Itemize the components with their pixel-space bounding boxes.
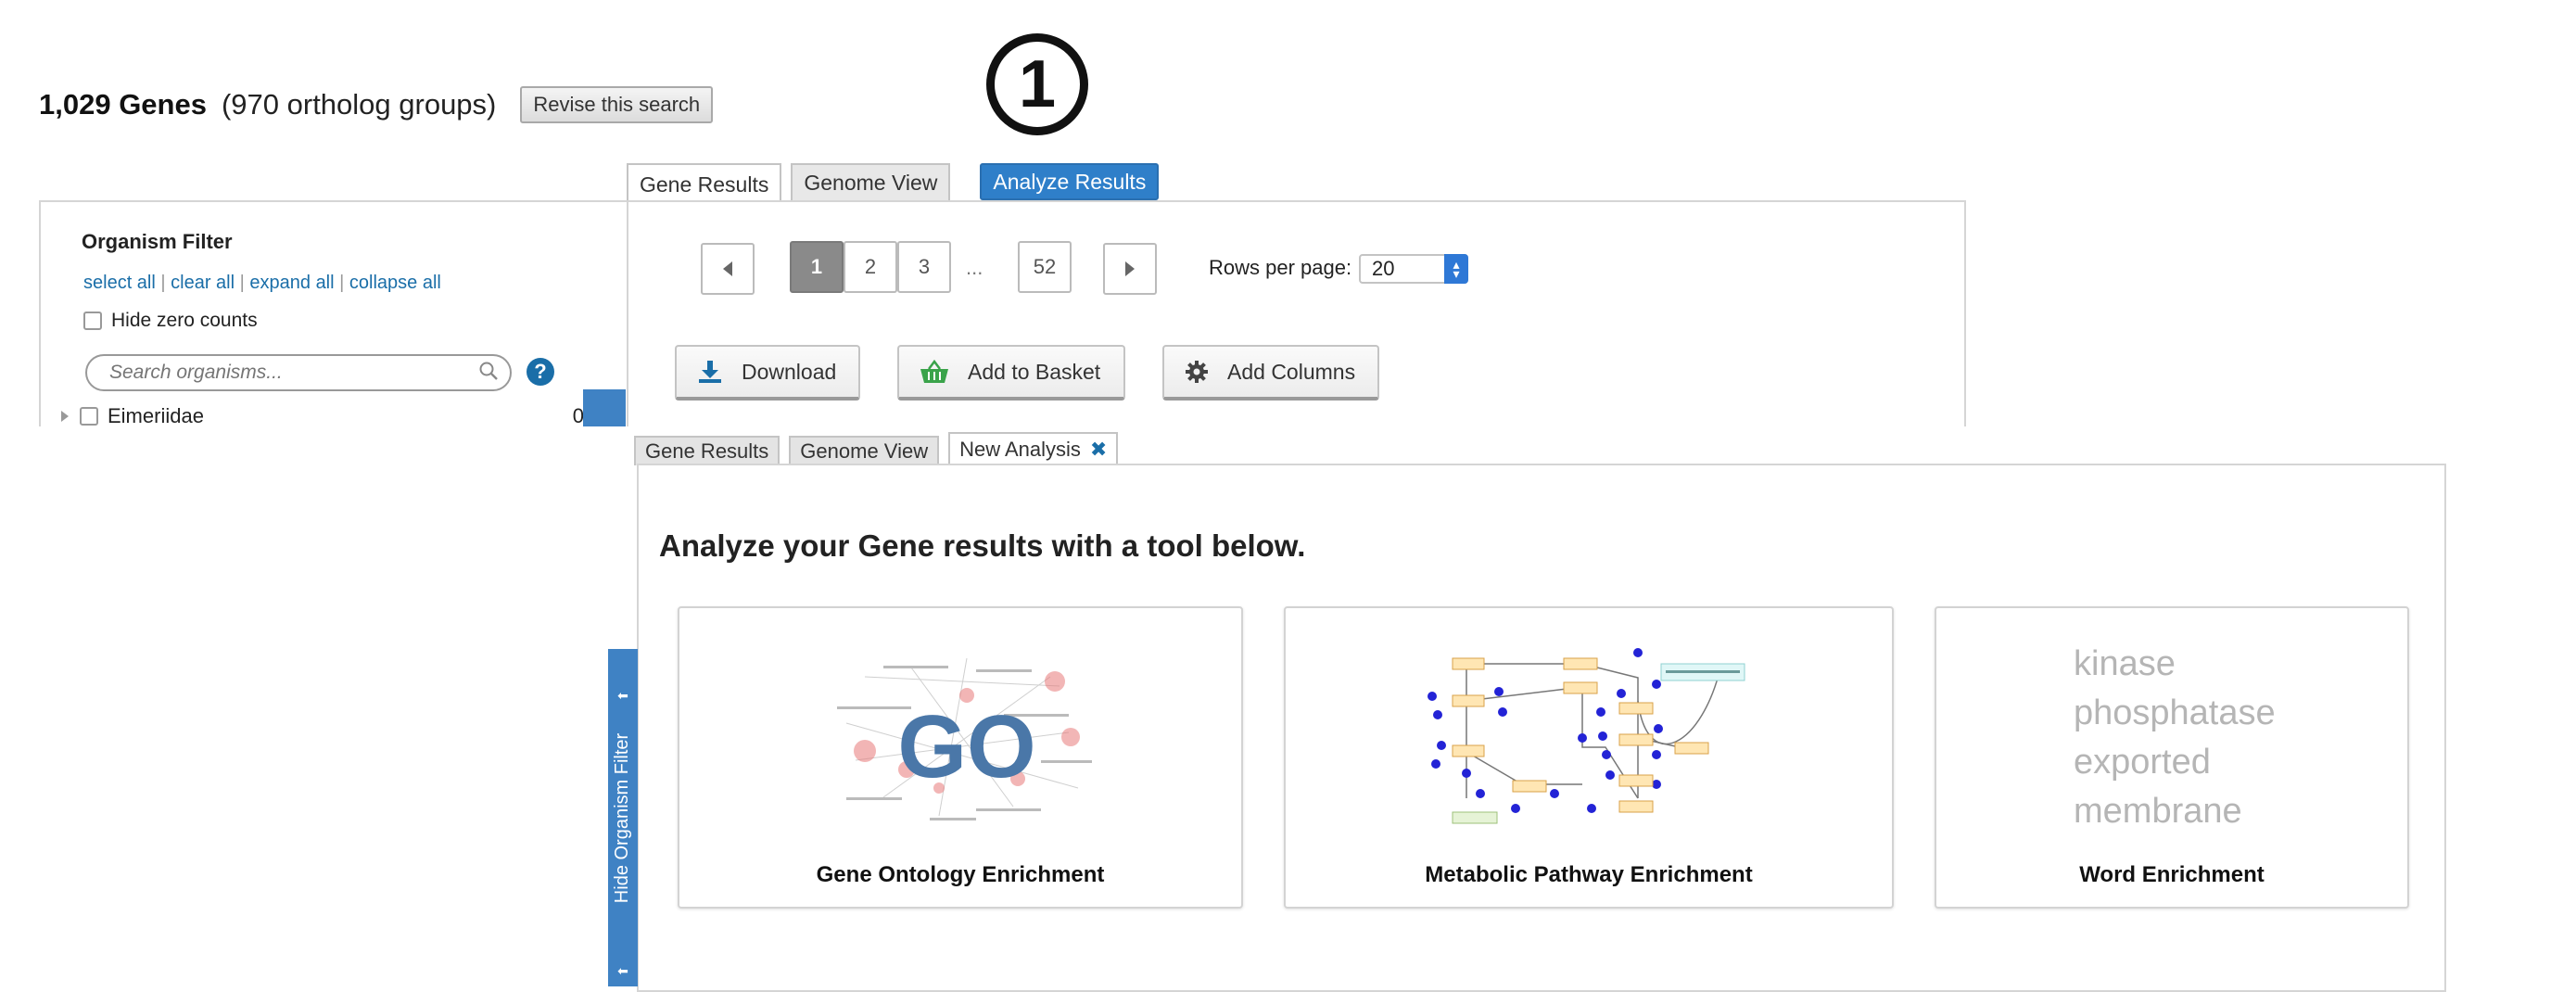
sample-word: phosphatase [2074,693,2276,732]
analysis-tabs: Gene Results Genome View New Analysis ✖ [634,432,1119,465]
tool-card-word-enrichment[interactable]: kinase phosphatase exported membrane Wor… [1935,606,2409,909]
collapse-all-link[interactable]: collapse all [349,273,441,293]
add-to-basket-label: Add to Basket [968,359,1101,384]
organism-filter-title: Organism Filter [82,230,233,253]
rows-per-page-value: 20 [1372,257,1395,280]
tab-gene-results[interactable]: Gene Results [634,436,780,465]
hide-zero-counts[interactable]: Hide zero counts [83,310,258,332]
add-columns-label: Add Columns [1227,359,1356,384]
organism-filter-links: select all | clear all | expand all | co… [83,273,441,294]
add-columns-button[interactable]: Add Columns [1162,345,1379,401]
svg-text:GO: GO [897,697,1035,796]
tab-genome-view[interactable]: Genome View [789,436,940,465]
caret-right-icon [1125,261,1135,276]
organism-search[interactable] [85,354,512,391]
link-separator: | [239,273,245,293]
expand-all-link[interactable]: expand all [249,273,334,293]
tab-new-analysis-label: New Analysis [959,438,1081,461]
step-marker: 1 [986,33,1088,135]
download-button[interactable]: Download [675,345,860,401]
arrow-left-icon: ⬅ [617,688,628,703]
hide-organism-filter-toggle[interactable]: ⬅ Hide Organism Filter ⬅ [608,649,638,986]
gear-icon [1185,360,1209,384]
page-button-1[interactable]: 1 [790,241,844,293]
ortholog-group-count: (970 ortholog groups) [221,88,497,121]
search-icon[interactable] [478,361,499,386]
result-tabs: Gene Results Genome View Analyze Results [627,163,1160,204]
clear-all-link[interactable]: clear all [171,273,235,293]
page-ellipsis: ... [966,256,983,279]
close-icon[interactable]: ✖ [1090,438,1107,462]
sample-word: membrane [2074,792,2242,831]
help-icon[interactable]: ? [527,358,554,386]
go-cloud-icon: GO [837,657,1092,820]
download-icon [697,359,723,385]
download-label: Download [742,359,837,384]
page-button-52[interactable]: 52 [1018,241,1072,293]
link-separator: | [339,273,345,293]
organism-tree-row[interactable]: Eimeriidae 0 [56,402,584,430]
select-arrows-icon: ▴ ▾ [1444,254,1468,284]
tool-name: Metabolic Pathway Enrichment [1425,862,1753,887]
revise-search-button[interactable]: Revise this search [520,86,714,123]
results-header: 1,029 Genes (970 ortholog groups) Revise… [39,80,714,130]
tab-genome-view[interactable]: Genome View [791,163,951,200]
hide-zero-label: Hide zero counts [111,310,258,331]
caret-left-icon [723,261,732,276]
organism-search-input[interactable] [108,361,478,385]
word-cloud-preview: kinase phosphatase exported membrane [2074,640,2276,836]
gene-results-panel: 1 2 3 ... 52 Rows per page: 20 ▴ ▾ Downlo… [627,200,1966,426]
hide-organism-filter-label: Hide Organism Filter [612,732,633,903]
tool-name: Gene Ontology Enrichment [816,862,1105,887]
tab-new-analysis[interactable]: New Analysis ✖ [948,432,1119,465]
tab-analyze-results[interactable]: Analyze Results [980,163,1160,200]
prev-page-button[interactable] [701,243,755,295]
arrow-left-icon: ⬅ [617,963,628,978]
rows-per-page-select[interactable]: 20 ▴ ▾ [1359,254,1468,284]
tool-name: Word Enrichment [2079,862,2265,887]
page-button-2[interactable]: 2 [844,241,897,293]
analysis-heading: Analyze your Gene results with a tool be… [659,528,1306,563]
tool-card-pathway-enrichment[interactable]: Metabolic Pathway Enrichment [1284,606,1894,909]
organism-checkbox[interactable] [80,407,98,426]
sample-word: kinase [2074,644,2176,683]
basket-icon [920,359,949,385]
pathway-network-icon [1428,648,1745,824]
link-separator: | [160,273,166,293]
next-page-button[interactable] [1103,243,1157,295]
organism-name: Eimeriidae [108,404,204,427]
select-all-link[interactable]: select all [83,273,156,293]
page-button-3[interactable]: 3 [897,241,951,293]
tool-card-go-enrichment[interactable]: GO Gene Ontology Enrichment [678,606,1243,909]
sample-word: exported [2074,743,2211,782]
gene-count: 1,029 Genes [39,88,207,121]
expand-caret-icon[interactable] [59,404,70,428]
organism-filter-panel: Organism Filter select all | clear all |… [39,200,632,427]
tab-gene-results[interactable]: Gene Results [627,163,782,204]
rows-per-page-label: Rows per page: [1209,256,1352,279]
hide-zero-checkbox[interactable] [83,312,102,330]
filter-toggle-edge[interactable] [583,389,626,426]
new-analysis-panel: Analyze your Gene results with a tool be… [637,464,2446,992]
add-to-basket-button[interactable]: Add to Basket [897,345,1125,401]
